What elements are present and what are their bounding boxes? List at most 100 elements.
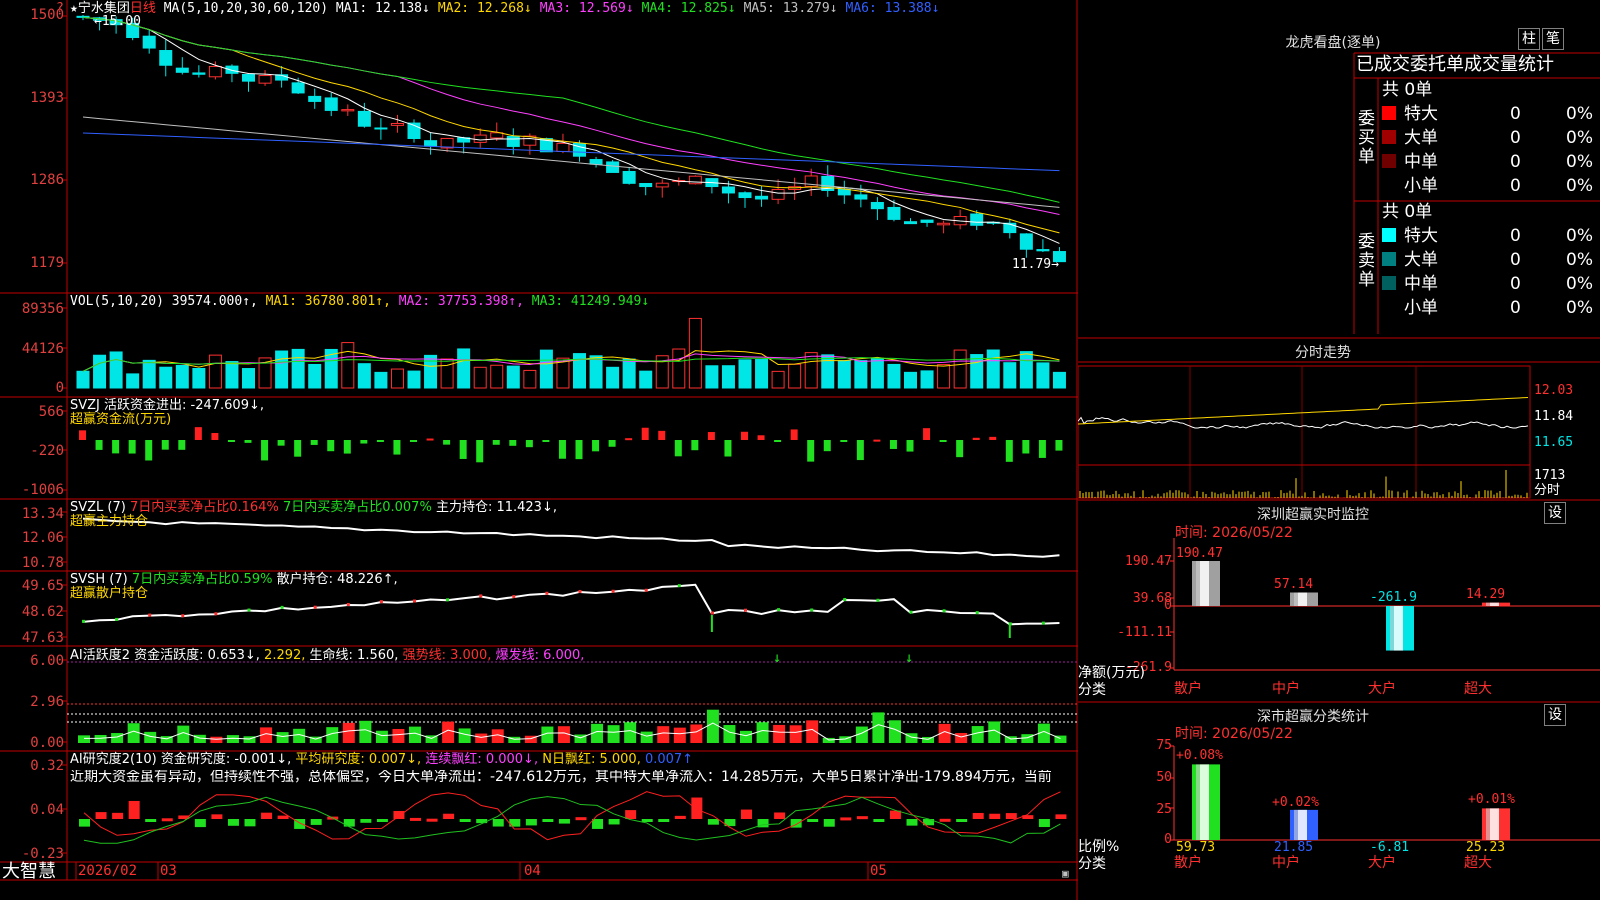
research-bar <box>310 819 322 825</box>
volume-bar <box>788 363 802 389</box>
ai-active-name: AI活跃度2 <box>70 648 130 663</box>
tick-mode-button[interactable]: 笔 <box>1542 28 1564 50</box>
fund-flow-bar <box>774 440 782 442</box>
retail-marker <box>909 610 913 614</box>
retail-marker <box>611 589 615 593</box>
research-bar <box>343 819 355 827</box>
sz-monitor-title: 深圳超赢实时监控 <box>1257 507 1369 523</box>
volume-bar <box>854 360 868 389</box>
sz-class-value-label: 59.73 <box>1176 840 1216 855</box>
ratio-bar-highlight <box>1196 764 1200 840</box>
svsh-axis-label: 49.65 <box>21 578 64 594</box>
retail-marker <box>1008 622 1012 626</box>
svzl-t3: 主力持仓: 11.423↓, <box>435 500 557 515</box>
vol-axis-label: 44126 <box>21 341 64 357</box>
buy-row-pct: 0% <box>1566 176 1593 196</box>
star-icon: ★ <box>70 1 78 16</box>
ma-values: MA1: 12.138↓ MA2: 12.268↓ MA3: 12.569↓ MA4:… <box>336 1 948 16</box>
sz-class-axis-label: 50 <box>1156 770 1172 785</box>
sell-row-count: 0 <box>1510 298 1521 318</box>
research-bar <box>906 819 918 826</box>
activity-bar <box>773 724 786 743</box>
sz-monitor-settings-button[interactable]: 设 <box>1544 502 1566 524</box>
intraday-axis-label: 11.84 <box>1534 409 1574 424</box>
fund-flow-bar <box>79 430 86 440</box>
research-bar <box>625 810 637 819</box>
fund-flow-bar <box>360 440 368 444</box>
sz-class-category-label: 超大 <box>1464 855 1492 871</box>
activity-bar <box>624 722 637 743</box>
volume-bar <box>639 370 653 389</box>
activity-bar <box>822 737 835 743</box>
svsh-sub: 超赢散户持仓 <box>70 586 149 601</box>
research-bar <box>856 816 868 820</box>
buy-row-2: 大单 <box>1382 126 1438 150</box>
activity-bar <box>392 728 405 743</box>
max-price-marker: ←15.00 <box>94 14 141 29</box>
fund-flow-bar <box>558 440 566 459</box>
retail-marker <box>346 602 350 606</box>
sell-row-2: 大单 <box>1382 248 1438 272</box>
volume-bar <box>622 358 636 389</box>
buy-row-count: 0 <box>1510 152 1521 172</box>
fund-flow-bar <box>227 440 235 442</box>
sz-monitor-value-label: 190.47 <box>1176 546 1223 561</box>
sell-row-name: 特大 <box>1404 226 1438 246</box>
candle-body <box>208 65 222 78</box>
main-chart-area[interactable]: ↓ ↓ ? ★宁水集团日线 MA(5,10,20,30,60,120) MA1: … <box>0 0 1078 900</box>
bar-mode-button[interactable]: 柱 <box>1518 28 1540 50</box>
ai-active-axis-label: 2.96 <box>30 694 64 710</box>
sell-row-pct: 0% <box>1566 298 1593 318</box>
research-bar <box>227 819 239 826</box>
fund-flow-bar <box>327 440 335 452</box>
sz-monitor-xlabel: 分类 <box>1078 682 1106 698</box>
fund-flow-bar <box>525 440 533 448</box>
activity-bar <box>210 736 223 743</box>
fund-flow-bar <box>873 439 881 442</box>
candle-body <box>854 194 868 200</box>
candle-body <box>937 222 951 226</box>
volume-bar <box>407 370 421 389</box>
lock-icon[interactable]: ▣ <box>1062 866 1069 881</box>
buy-row-count: 0 <box>1510 176 1521 196</box>
stock-title[interactable]: ★宁水集团日线 MA(5,10,20,30,60,120) MA1: 12.13… <box>70 1 947 16</box>
research-bar <box>608 819 620 825</box>
candle-body <box>1019 233 1033 250</box>
research-bar <box>658 819 670 822</box>
candle-body <box>242 73 255 82</box>
buy-row-name: 大单 <box>1404 128 1438 148</box>
fund-flow-bar <box>757 435 765 440</box>
ai-research-t2: 平均研究度: 0.007↓, <box>295 752 422 767</box>
fund-flow-bar <box>244 440 252 443</box>
research-bar <box>707 819 719 825</box>
sz-monitor-value-label: -261.9 <box>1370 590 1417 605</box>
sell-color-swatch <box>1382 300 1396 314</box>
sz-class-axis-label: 75 <box>1156 738 1172 753</box>
candle-body <box>192 72 206 75</box>
volume-bar <box>970 354 984 389</box>
svsh-caption: SVSH (7) 7日内买卖净占比0.59% 散户持仓: 48.226↑, <box>70 572 398 587</box>
retail-marker <box>115 617 119 621</box>
volume-bar <box>390 368 404 389</box>
svsh-name: SVSH (7) <box>70 572 128 587</box>
sz-class-category-label: 中户 <box>1272 855 1300 871</box>
buy-side-label: 委买单 <box>1358 109 1375 167</box>
fund-flow-bar <box>707 432 715 440</box>
ai-research-caption: AI研究度2(10) 资金研究度: -0.001↓, 平均研究度: 0.007↓… <box>70 752 693 767</box>
fund-flow-bar <box>211 432 219 440</box>
volume-bar <box>771 370 785 389</box>
candle-body <box>721 186 735 194</box>
buy-row-name: 特大 <box>1404 104 1438 124</box>
candle-body <box>887 206 901 220</box>
research-bar <box>492 819 504 827</box>
sz-class-settings-button[interactable]: 设 <box>1544 704 1566 726</box>
svzj-sub: 超赢资金流(万元) <box>70 412 172 427</box>
vol-axis-label: 89356 <box>21 301 64 317</box>
sz-class-ylabel: 比例% <box>1078 839 1120 855</box>
volume-bar <box>523 369 537 389</box>
activity-bar <box>607 725 620 743</box>
research-bar <box>641 819 653 822</box>
svzl-sub: 超赢主力持仓 <box>70 514 149 529</box>
fund-flow-bar <box>112 440 120 454</box>
vol-name: VOL(5,10,20) <box>70 294 164 309</box>
